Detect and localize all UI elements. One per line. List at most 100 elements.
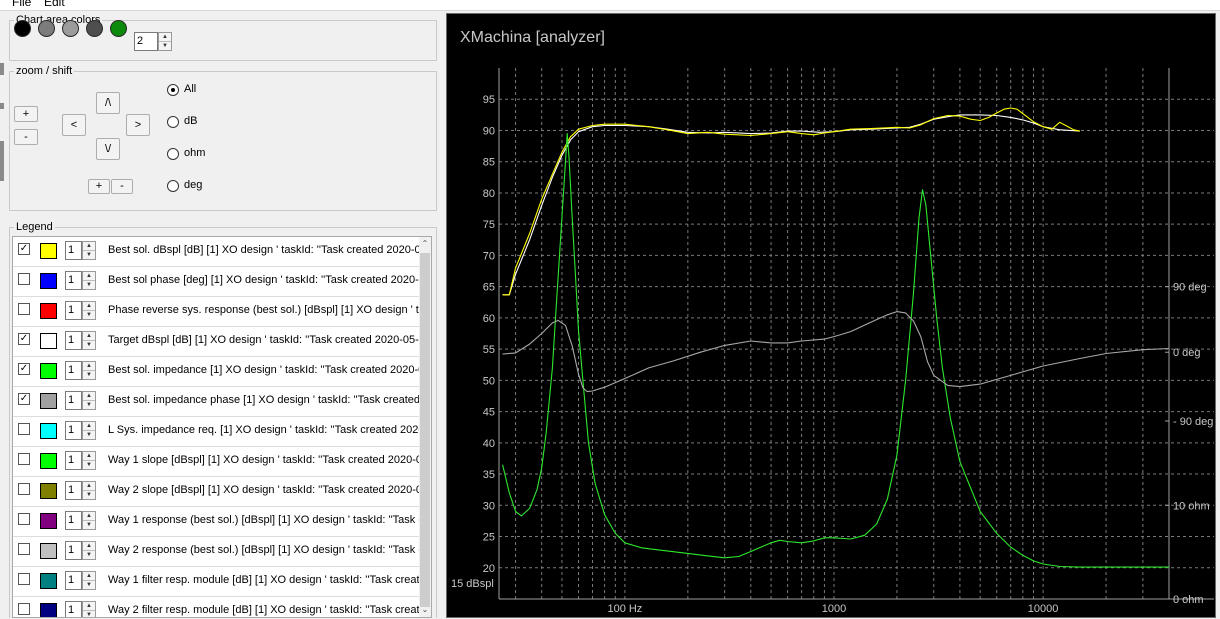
legend-item[interactable]: ✓ 1 ▲ ▼ Best sol. impedance [1] XO design ' … xyxy=(13,357,419,387)
spin-down-icon[interactable]: ▼ xyxy=(83,401,95,410)
spin-down-icon[interactable]: ▼ xyxy=(83,341,95,350)
chart-colors-spin-input[interactable]: 2 xyxy=(134,32,158,51)
spin-down-icon[interactable]: ▼ xyxy=(83,311,95,320)
legend-item[interactable]: 1 ▲ ▼ L Sys. impedance req. [1] XO design '… xyxy=(13,417,419,447)
legend-color-swatch[interactable] xyxy=(40,243,57,259)
legend-item[interactable]: ✓ 1 ▲ ▼ Target dBspl [dB] [1] XO design ' ta… xyxy=(13,327,419,357)
legend-width-input[interactable]: 1 xyxy=(65,271,82,290)
legend-color-swatch[interactable] xyxy=(40,453,57,469)
color-swatch-1[interactable] xyxy=(14,20,31,37)
legend-checkbox[interactable] xyxy=(18,513,30,525)
spin-up-icon[interactable]: ▲ xyxy=(83,572,95,581)
legend-checkbox[interactable]: ✓ xyxy=(18,333,30,345)
legend-color-swatch[interactable] xyxy=(40,483,57,499)
spin-down-icon[interactable]: ▼ xyxy=(83,551,95,560)
legend-width-input[interactable]: 1 xyxy=(65,511,82,530)
spin-up-icon[interactable]: ▲ xyxy=(159,33,171,42)
legend-width-input[interactable]: 1 xyxy=(65,241,82,260)
legend-color-swatch[interactable] xyxy=(40,333,57,349)
legend-width-spin[interactable]: ▲ ▼ xyxy=(82,361,96,380)
spin-up-icon[interactable]: ▲ xyxy=(83,392,95,401)
spin-down-icon[interactable]: ▼ xyxy=(83,431,95,440)
radio-deg-circle[interactable] xyxy=(167,180,179,192)
legend-item[interactable]: 1 ▲ ▼ Way 2 slope [dBspl] [1] XO design ' t… xyxy=(13,477,419,507)
legend-checkbox[interactable] xyxy=(18,453,30,465)
legend-width-spin[interactable]: ▲ ▼ xyxy=(82,571,96,590)
spin-up-icon[interactable]: ▲ xyxy=(83,362,95,371)
zoom-in-button[interactable]: + xyxy=(14,106,38,122)
legend-width-spin[interactable]: ▲ ▼ xyxy=(82,391,96,410)
legend-width-spin[interactable]: ▲ ▼ xyxy=(82,601,96,618)
menu-file[interactable]: File xyxy=(12,0,31,9)
legend-item[interactable]: 1 ▲ ▼ Best sol phase [deg] [1] XO design ' … xyxy=(13,267,419,297)
color-swatch-3[interactable] xyxy=(62,20,79,37)
legend-width-spin[interactable]: ▲ ▼ xyxy=(82,511,96,530)
color-swatch-4[interactable] xyxy=(86,20,103,37)
legend-width-spin[interactable]: ▲ ▼ xyxy=(82,271,96,290)
legend-color-swatch[interactable] xyxy=(40,513,57,529)
radio-db-circle[interactable] xyxy=(167,116,179,128)
legend-width-spin[interactable]: ▲ ▼ xyxy=(82,301,96,320)
legend-width-spin[interactable]: ▲ ▼ xyxy=(82,481,96,500)
legend-item[interactable]: 1 ▲ ▼ Way 1 response (best sol.) [dBspl] [1… xyxy=(13,507,419,537)
legend-width-spin[interactable]: ▲ ▼ xyxy=(82,451,96,470)
scroll-down-icon[interactable]: ⌄ xyxy=(419,603,431,617)
legend-checkbox[interactable] xyxy=(18,303,30,315)
spin-down-icon[interactable]: ▼ xyxy=(83,521,95,530)
legend-checkbox[interactable] xyxy=(18,603,30,615)
analyzer-chart[interactable]: 20 25 30 35 40 45 50 55 60 65 70 75 80 85 90 95 15 dBspl… xyxy=(447,14,1217,619)
legend-width-input[interactable]: 1 xyxy=(65,451,82,470)
legend-checkbox[interactable] xyxy=(18,273,30,285)
legend-color-swatch[interactable] xyxy=(40,543,57,559)
legend-width-spin[interactable]: ▲ ▼ xyxy=(82,421,96,440)
legend-width-spin[interactable]: ▲ ▼ xyxy=(82,331,96,350)
spin-down-icon[interactable]: ▼ xyxy=(83,281,95,290)
spin-up-icon[interactable]: ▲ xyxy=(83,272,95,281)
spin-up-icon[interactable]: ▲ xyxy=(83,242,95,251)
legend-color-swatch[interactable] xyxy=(40,303,57,319)
legend-width-input[interactable]: 1 xyxy=(65,571,82,590)
legend-width-spin[interactable]: ▲ ▼ xyxy=(82,541,96,560)
legend-color-swatch[interactable] xyxy=(40,573,57,589)
spin-up-icon[interactable]: ▲ xyxy=(83,482,95,491)
legend-item[interactable]: 1 ▲ ▼ Way 2 response (best sol.) [dBspl] [1… xyxy=(13,537,419,567)
spin-up-icon[interactable]: ▲ xyxy=(83,452,95,461)
shift-down-button[interactable]: \/ xyxy=(96,138,120,160)
legend-width-input[interactable]: 1 xyxy=(65,421,82,440)
spin-down-icon[interactable]: ▼ xyxy=(83,581,95,590)
small-minus-button[interactable]: - xyxy=(111,179,133,194)
spin-up-icon[interactable]: ▲ xyxy=(83,512,95,521)
small-plus-button[interactable]: + xyxy=(88,179,110,194)
legend-item[interactable]: ✓ 1 ▲ ▼ Best sol. dBspl [dB] [1] XO design '… xyxy=(13,237,419,267)
legend-checkbox[interactable]: ✓ xyxy=(18,243,30,255)
legend-width-input[interactable]: 1 xyxy=(65,391,82,410)
spin-up-icon[interactable]: ▲ xyxy=(83,302,95,311)
legend-item[interactable]: 1 ▲ ▼ Way 1 slope [dBspl] [1] XO design ' t… xyxy=(13,447,419,477)
spin-up-icon[interactable]: ▲ xyxy=(83,602,95,611)
legend-color-swatch[interactable] xyxy=(40,603,57,617)
legend-color-swatch[interactable] xyxy=(40,423,57,439)
spin-down-icon[interactable]: ▼ xyxy=(83,371,95,380)
legend-item[interactable]: 1 ▲ ▼ Way 2 filter resp. module [dB] [1] XO… xyxy=(13,597,419,618)
legend-checkbox[interactable] xyxy=(18,423,30,435)
legend-item[interactable]: 1 ▲ ▼ Way 1 filter resp. module [dB] [1] XO… xyxy=(13,567,419,597)
chart-colors-spin-buttons[interactable]: ▲ ▼ xyxy=(158,32,172,51)
radio-all-circle[interactable] xyxy=(167,84,179,96)
legend-checkbox[interactable]: ✓ xyxy=(18,363,30,375)
spin-down-icon[interactable]: ▼ xyxy=(83,251,95,260)
menu-edit[interactable]: Edit xyxy=(44,0,65,9)
legend-scrollbar[interactable]: ⌃ ⌄ xyxy=(419,237,431,617)
legend-checkbox[interactable] xyxy=(18,573,30,585)
color-swatch-5[interactable] xyxy=(110,20,127,37)
spin-up-icon[interactable]: ▲ xyxy=(83,332,95,341)
spin-down-icon[interactable]: ▼ xyxy=(83,491,95,500)
shift-right-button[interactable]: > xyxy=(126,114,150,136)
legend-width-input[interactable]: 1 xyxy=(65,481,82,500)
legend-checkbox[interactable] xyxy=(18,483,30,495)
zoom-out-button[interactable]: - xyxy=(14,129,38,145)
shift-left-button[interactable]: < xyxy=(62,114,86,136)
shift-up-button[interactable]: /\ xyxy=(96,92,120,114)
legend-color-swatch[interactable] xyxy=(40,273,57,289)
legend-width-input[interactable]: 1 xyxy=(65,601,82,617)
spin-down-icon[interactable]: ▼ xyxy=(83,611,95,618)
